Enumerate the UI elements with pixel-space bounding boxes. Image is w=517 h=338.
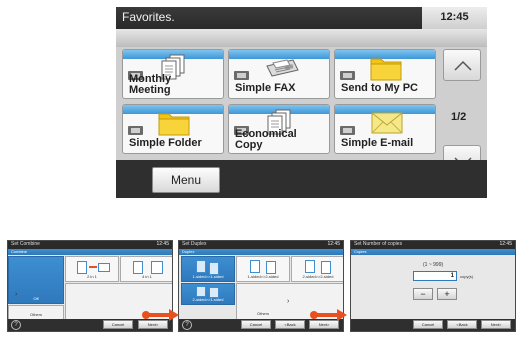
tile-label: Send to My PC [341,82,419,94]
tile-label: Monthly Meeting [129,73,172,96]
back-button[interactable]: <Back [447,320,477,329]
section-label: Combine [11,249,28,254]
screen-title: Set Duplex [182,241,207,247]
clock: 12:45 [156,241,169,247]
minus-button[interactable]: − [413,288,433,300]
help-icon[interactable]: ? [11,320,21,330]
scanner-icon [340,126,355,135]
duplex-2to2-option[interactable]: 2-sided>>2-sided [291,256,343,282]
favorite-simple-fax[interactable]: Simple FAX [228,49,330,99]
section-label: Duplex [182,249,195,254]
clock: 12:45 [499,241,512,247]
footer-bar: Cancel <Back Next> [351,319,515,331]
chevron-up-icon [454,60,472,71]
scroll-up-button[interactable] [443,49,481,81]
copies-input[interactable]: 1 [413,271,457,281]
plus-button[interactable]: + [437,288,457,300]
copies-screen: Set Number of copies 12:45 Copies (1 ~ 9… [350,240,516,332]
scanner-icon [128,126,143,135]
next-button[interactable]: Next> [481,320,511,329]
favorite-monthly-meeting[interactable]: Monthly Meeting [122,49,224,99]
unit-label: copy(s) [460,274,474,279]
bottom-bar: Menu [116,160,487,198]
favorite-economical-copy[interactable]: Economical Copy [228,104,330,154]
favorite-simple-email[interactable]: Simple E-mail [334,104,436,154]
cancel-button[interactable]: Cancel [413,320,443,329]
clock: 12:45 [327,241,340,247]
duplex-2to1-option[interactable]: 2-sided>>1-sided [181,283,235,305]
clock: 12:45 [440,11,469,23]
tile-label: Simple E-mail [341,137,414,149]
favorites-screen: Favorites. 12:45 Monthly Meeting Simple … [116,7,487,198]
combine-4in1-option[interactable]: 4 in 1 [120,256,172,282]
section-label: Copies [354,249,367,254]
favorite-send-to-my-pc[interactable]: Send to My PC [334,49,436,99]
range-label: (1 ~ 999) [423,262,444,268]
envelope-icon [371,111,403,140]
help-icon[interactable]: ? [182,320,192,330]
screen-title: Set Number of copies [354,241,403,247]
page-indicator: 1/2 [451,111,467,123]
duplex-1to2-option[interactable]: 1-sided>>2-sided [236,256,290,282]
flow-arrow-icon [142,309,179,321]
cancel-button[interactable]: Cancel [241,320,271,329]
screen-title: Favorites. [122,10,175,24]
screen-title: Set Combine [11,241,40,247]
duplex-1to1-option[interactable]: 1-sided>>1-sided [181,256,235,282]
scanner-icon [234,71,249,80]
favorite-simple-folder[interactable]: Simple Folder [122,104,224,154]
scanner-icon [340,71,355,80]
menu-button[interactable]: Menu [152,167,220,193]
tile-label: Simple FAX [235,82,296,94]
back-button[interactable]: <Back [275,320,305,329]
cancel-button[interactable]: Cancel [103,320,133,329]
fax-machine-icon [263,56,299,83]
clock-box: 12:45 [422,7,487,29]
flow-arrow-icon [310,309,347,321]
tile-label: Simple Folder [129,137,202,149]
tile-label: Economical Copy [235,128,297,151]
combine-2in1-option[interactable]: 2 in 1 [65,256,119,282]
